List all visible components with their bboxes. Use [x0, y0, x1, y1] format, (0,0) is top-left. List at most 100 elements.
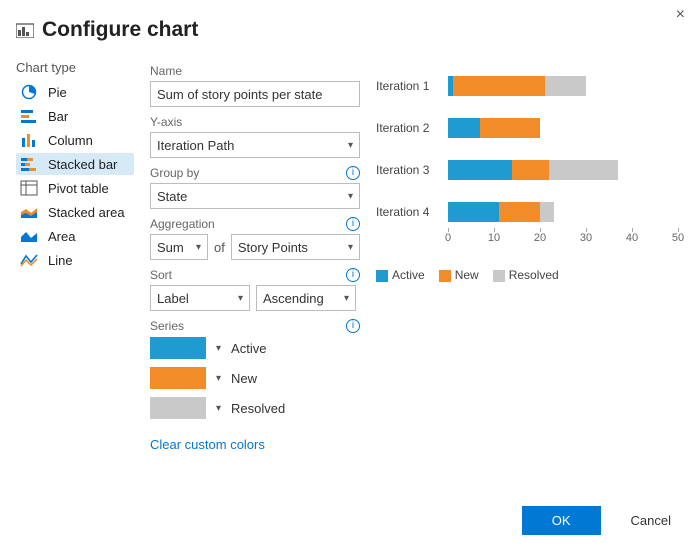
yaxis-value: Iteration Path	[157, 138, 234, 153]
sort-dir-select[interactable]: Ascending ▾	[256, 285, 356, 311]
aggregation-field-value: Story Points	[238, 240, 308, 255]
bar-track	[448, 202, 678, 222]
chart-bar-row: Iteration 2	[376, 118, 681, 138]
bar-category-label: Iteration 1	[376, 79, 442, 93]
bar-category-label: Iteration 4	[376, 205, 442, 219]
chevron-down-icon: ▾	[344, 293, 349, 304]
groupby-select[interactable]: State ▾	[150, 183, 360, 209]
series-list: ▾Active▾New▾Resolved	[150, 337, 360, 419]
chevron-down-icon: ▾	[238, 293, 243, 304]
legend-swatch	[493, 270, 505, 282]
series-color-swatch[interactable]	[150, 337, 206, 359]
legend-swatch	[376, 270, 388, 282]
bar-segment	[448, 202, 499, 222]
axis-tick-label: 50	[672, 232, 684, 244]
sort-by-select[interactable]: Label▾	[150, 285, 250, 311]
bar-track	[448, 118, 678, 138]
bar-icon	[20, 108, 40, 124]
series-name: Active	[231, 341, 266, 356]
chart-bar-row: Iteration 3	[376, 160, 681, 180]
chevron-down-icon[interactable]: ▾	[216, 403, 221, 414]
info-icon[interactable]: i	[346, 319, 360, 333]
chart-type-label: Stacked bar	[48, 157, 117, 172]
bar-segment	[512, 160, 549, 180]
bar-segment	[453, 76, 545, 96]
series-color-swatch[interactable]	[150, 397, 206, 419]
line-icon	[20, 252, 40, 268]
aggregation-field-select[interactable]: Story Points ▾	[231, 234, 360, 260]
bar-segment	[480, 118, 540, 138]
aggregation-func-select[interactable]: Sum ▾	[150, 234, 208, 260]
bar-segment	[545, 76, 586, 96]
close-icon[interactable]: ×	[676, 6, 685, 24]
chart-type-line[interactable]: Line	[16, 249, 134, 271]
chart-bar-row: Iteration 4	[376, 202, 681, 222]
legend-swatch	[439, 270, 451, 282]
chevron-down-icon[interactable]: ▾	[216, 373, 221, 384]
cancel-button[interactable]: Cancel	[625, 512, 677, 529]
chart-type-list: Pie Bar Column Stacked bar Pivot table Stacke…	[16, 81, 134, 271]
chart-type-label: Area	[48, 229, 75, 244]
yaxis-label: Y-axis	[150, 115, 182, 129]
bar-category-label: Iteration 3	[376, 163, 442, 177]
info-icon[interactable]: i	[346, 166, 360, 180]
aggregation-of-text: of	[214, 240, 225, 255]
sort-dir-value: Ascending	[263, 291, 324, 306]
chart-type-label: Line	[48, 253, 73, 268]
bar-segment	[540, 202, 554, 222]
chart-type-label: Column	[48, 133, 93, 148]
bar-segment	[448, 160, 512, 180]
axis-tick-label: 30	[580, 232, 592, 244]
series-name: Resolved	[231, 401, 285, 416]
legend-item: New	[439, 268, 479, 282]
axis-tick-label: 10	[488, 232, 500, 244]
series-item: ▾ Resolved	[150, 397, 360, 419]
axis-tick-label: 20	[534, 232, 546, 244]
chevron-down-icon[interactable]: ▾	[216, 343, 221, 354]
chart-config-icon	[16, 22, 34, 38]
chart-type-label: Pie	[48, 85, 67, 100]
bar-track	[448, 160, 678, 180]
chevron-down-icon: ▾	[348, 242, 353, 253]
groupby-label: Group by	[150, 166, 199, 180]
bar-track	[448, 76, 678, 96]
chart-type-bar[interactable]: Bar	[16, 105, 134, 127]
dialog-title: Configure chart	[42, 18, 198, 42]
chart-bar-row: Iteration 1	[376, 76, 681, 96]
pie-icon	[20, 84, 40, 100]
column-icon	[20, 132, 40, 148]
clear-custom-colors-link[interactable]: Clear custom colors	[150, 437, 265, 452]
legend-item: Active	[376, 268, 425, 282]
bar-segment	[448, 118, 480, 138]
aggregation-func-value: Sum	[157, 240, 184, 255]
chart-type-pie[interactable]: Pie	[16, 81, 134, 103]
bar-segment	[499, 202, 540, 222]
chart-type-label: Stacked area	[48, 205, 125, 220]
axis-tick-label: 40	[626, 232, 638, 244]
dialog-header: Configure chart	[16, 18, 683, 42]
chart-type-pivot-table[interactable]: Pivot table	[16, 177, 134, 199]
info-icon[interactable]: i	[346, 268, 360, 282]
series-color-swatch[interactable]	[150, 367, 206, 389]
chart-x-axis: 01020304050	[448, 232, 678, 250]
chevron-down-icon: ▾	[196, 242, 201, 253]
info-icon[interactable]: i	[346, 217, 360, 231]
pivot-table-icon	[20, 180, 40, 196]
yaxis-select[interactable]: Iteration Path ▾	[150, 132, 360, 158]
series-item: ▾ Active	[150, 337, 360, 359]
bar-category-label: Iteration 2	[376, 121, 442, 135]
sort-label: Sort	[150, 268, 172, 282]
groupby-value: State	[157, 189, 187, 204]
chevron-down-icon: ▾	[348, 191, 353, 202]
chart-type-label: Pivot table	[48, 181, 109, 196]
chart-type-area[interactable]: Area	[16, 225, 134, 247]
chevron-down-icon: ▾	[348, 140, 353, 151]
bar-segment	[549, 160, 618, 180]
ok-button[interactable]: OK	[522, 506, 601, 535]
chart-legend: ActiveNewResolved	[376, 268, 681, 282]
chart-type-stacked-bar[interactable]: Stacked bar	[16, 153, 134, 175]
chart-type-column[interactable]: Column	[16, 129, 134, 151]
chart-type-label: Chart type	[16, 60, 134, 75]
chart-type-stacked-area[interactable]: Stacked area	[16, 201, 134, 223]
name-input[interactable]	[150, 81, 360, 107]
